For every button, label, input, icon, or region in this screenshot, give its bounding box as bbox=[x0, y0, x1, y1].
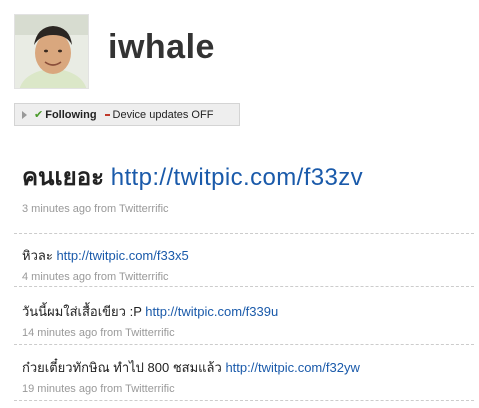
latest-tweet-meta: 3 minutes ago from Twitterrific bbox=[22, 203, 169, 215]
tweet-item: หิวละ http://twitpic.com/f33x5 4 minutes… bbox=[22, 245, 472, 283]
following-label[interactable]: Following bbox=[45, 109, 96, 121]
latest-tweet: คนเยอะ http://twitpic.com/f33zv 3 minute… bbox=[22, 157, 462, 215]
avatar-image bbox=[15, 15, 88, 88]
divider bbox=[14, 344, 474, 345]
latest-tweet-text: คนเยอะ http://twitpic.com/f33zv bbox=[22, 157, 462, 196]
tweet-body: ก๋วยเตี๋ยวทักษิณ ทำไป 800 ชสมแล้ว bbox=[22, 360, 222, 375]
divider bbox=[14, 233, 474, 234]
tweet-body: หิวละ bbox=[22, 248, 53, 263]
expand-arrow-icon[interactable] bbox=[22, 110, 27, 119]
tweet-meta: 14 minutes ago from Twitterrific bbox=[22, 327, 175, 339]
device-updates-label[interactable]: Device updates OFF bbox=[113, 109, 214, 121]
tweet-link[interactable]: http://twitpic.com/f33x5 bbox=[56, 248, 188, 263]
tweet-item: ก๋วยเตี๋ยวทักษิณ ทำไป 800 ชสมแล้ว http:/… bbox=[22, 357, 472, 395]
avatar[interactable] bbox=[14, 14, 89, 89]
tweet-meta: 19 minutes ago from Twitterrific bbox=[22, 383, 175, 395]
tweet-item: วันนี้ผมใส่เสื้อเขียว :P http://twitpic.… bbox=[22, 301, 472, 339]
tweet-meta: 4 minutes ago from Twitterrific bbox=[22, 271, 169, 283]
tweet-text: หิวละ http://twitpic.com/f33x5 bbox=[22, 245, 472, 266]
profile-header: iwhale bbox=[14, 14, 414, 90]
follow-status-bar: ✔ Following Device updates OFF bbox=[14, 103, 240, 126]
tweet-link[interactable]: http://twitpic.com/f32yw bbox=[225, 360, 359, 375]
username: iwhale bbox=[108, 28, 215, 66]
minus-icon bbox=[104, 113, 110, 116]
tweet-link[interactable]: http://twitpic.com/f339u bbox=[145, 304, 278, 319]
check-icon: ✔ bbox=[34, 109, 44, 121]
latest-tweet-link[interactable]: http://twitpic.com/f33zv bbox=[111, 164, 363, 191]
divider bbox=[14, 286, 474, 287]
divider bbox=[14, 400, 474, 401]
latest-tweet-body: คนเยอะ bbox=[22, 164, 105, 191]
tweet-body: วันนี้ผมใส่เสื้อเขียว :P bbox=[22, 304, 142, 319]
tweet-text: ก๋วยเตี๋ยวทักษิณ ทำไป 800 ชสมแล้ว http:/… bbox=[22, 357, 472, 378]
tweet-text: วันนี้ผมใส่เสื้อเขียว :P http://twitpic.… bbox=[22, 301, 472, 322]
